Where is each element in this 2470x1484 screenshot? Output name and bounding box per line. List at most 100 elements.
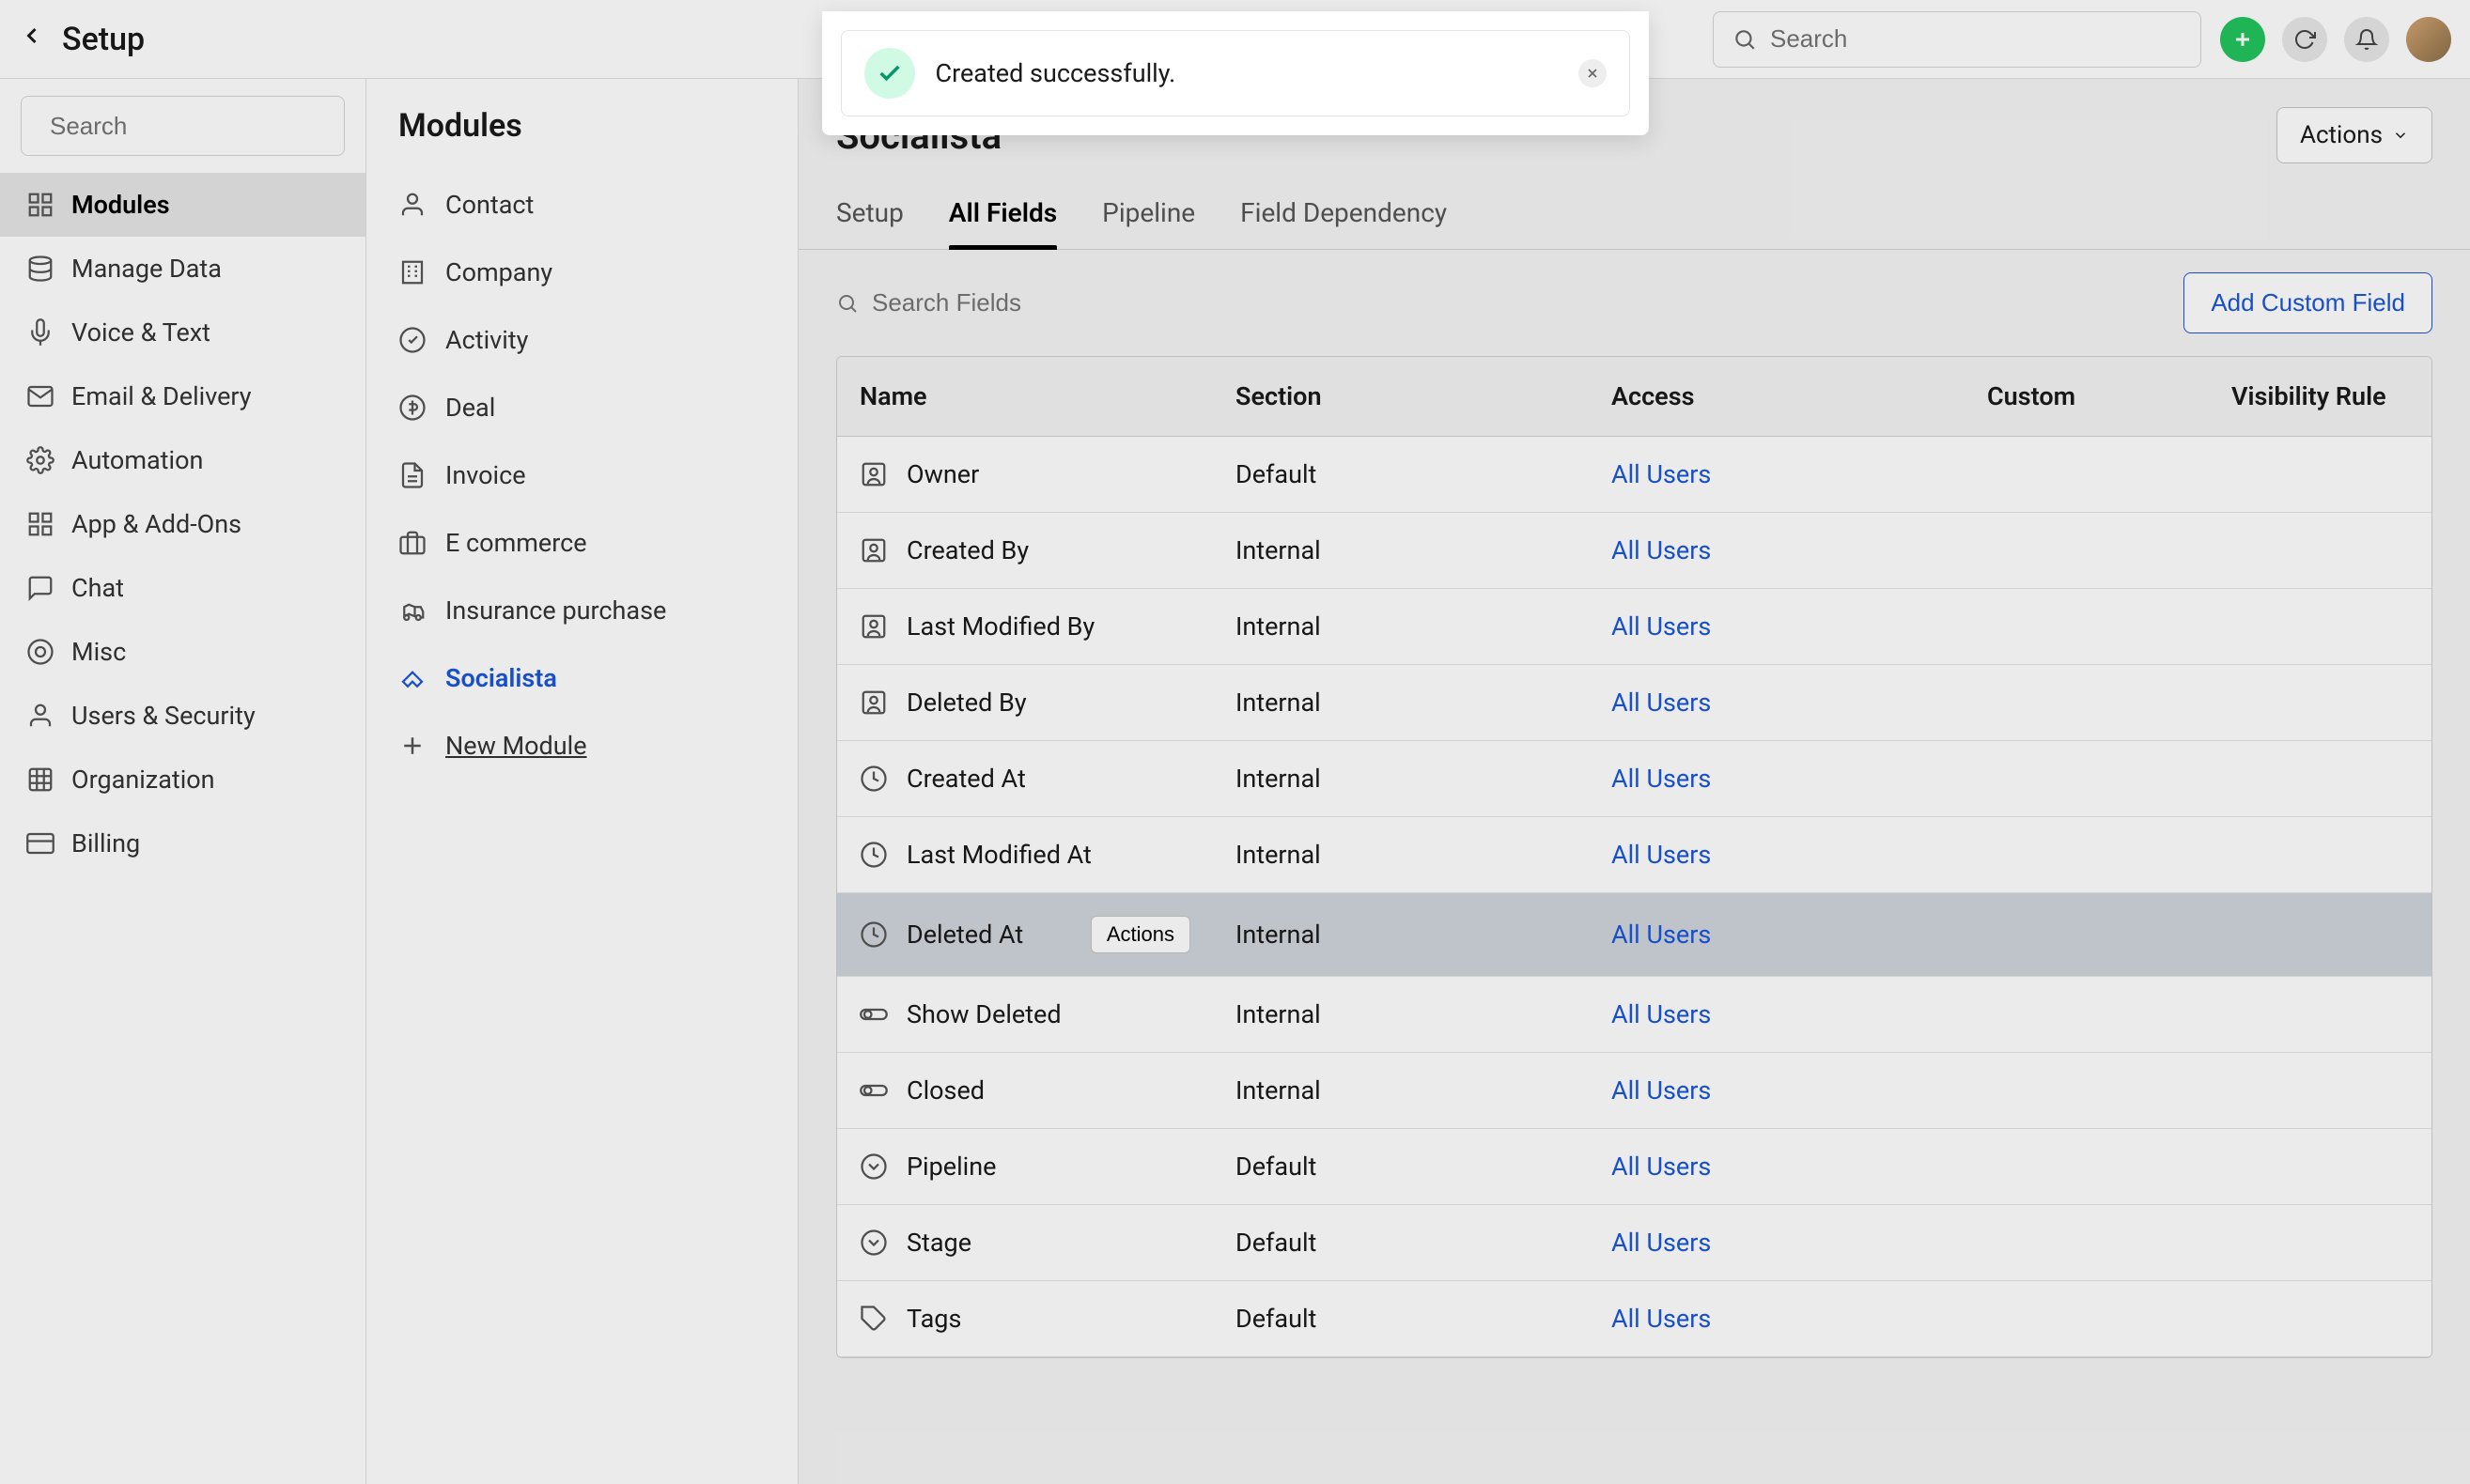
modules-icon [26, 191, 54, 219]
field-access-link[interactable]: All Users [1611, 1304, 1711, 1334]
search-icon [1732, 27, 1757, 52]
column-header-name: Name [837, 357, 1213, 437]
module-item-company[interactable]: Company [366, 239, 798, 306]
global-search-input[interactable] [1770, 24, 2182, 54]
sidebar-item-automation[interactable]: Automation [0, 428, 365, 492]
sidebar-item-modules[interactable]: Modules [0, 173, 365, 237]
table-row[interactable]: Last Modified By Internal All Users [837, 589, 2431, 665]
field-search-input[interactable] [872, 288, 1154, 317]
person-box-icon [860, 688, 888, 717]
table-row[interactable]: Tags Default All Users [837, 1281, 2431, 1357]
sidebar-item-label: Email & Delivery [71, 381, 252, 411]
sidebar-item-billing[interactable]: Billing [0, 812, 365, 875]
sidebar-search-input[interactable] [50, 112, 365, 141]
add-button[interactable] [2220, 17, 2265, 62]
field-access-link[interactable]: All Users [1611, 1075, 1711, 1105]
apps-icon [26, 510, 54, 538]
field-section: Internal [1213, 741, 1589, 817]
table-row[interactable]: Closed Internal All Users [837, 1053, 2431, 1129]
module-list-title: Modules [366, 79, 798, 171]
org-icon [26, 765, 54, 794]
table-row[interactable]: Created By Internal All Users [837, 513, 2431, 589]
field-access-link[interactable]: All Users [1611, 764, 1711, 794]
sidebar-item-org[interactable]: Organization [0, 748, 365, 812]
sidebar-search[interactable] [21, 96, 345, 156]
chevron-left-icon [19, 23, 45, 49]
field-custom [1965, 741, 2209, 817]
back-button[interactable] [19, 23, 45, 55]
module-item-label: Insurance purchase [445, 595, 666, 626]
tab-field-dependency[interactable]: Field Dependency [1240, 197, 1447, 249]
sidebar-item-manage-data[interactable]: Manage Data [0, 237, 365, 301]
field-search[interactable] [836, 288, 1154, 317]
tab-all-fields[interactable]: All Fields [949, 197, 1057, 249]
module-item-deal[interactable]: Deal [366, 374, 798, 441]
tab-setup[interactable]: Setup [836, 197, 904, 249]
add-custom-field-button[interactable]: Add Custom Field [2183, 272, 2432, 333]
socialista-icon [398, 664, 427, 692]
insurance-icon [398, 596, 427, 625]
toast-close-button[interactable] [1578, 59, 1607, 87]
deal-icon [398, 394, 427, 422]
clock-icon [860, 841, 888, 869]
module-item-socialista[interactable]: Socialista [366, 644, 798, 712]
table-row[interactable]: Pipeline Default All Users [837, 1129, 2431, 1205]
sidebar-item-label: App & Add-Ons [71, 509, 241, 539]
table-row[interactable]: Owner Default All Users [837, 437, 2431, 513]
user-avatar[interactable] [2406, 17, 2451, 62]
field-visibility [2209, 1281, 2431, 1357]
sidebar-item-users[interactable]: Users & Security [0, 684, 365, 748]
module-item-contact[interactable]: Contact [366, 171, 798, 239]
field-access-link[interactable]: All Users [1611, 688, 1711, 718]
field-access-link[interactable]: All Users [1611, 611, 1711, 642]
global-search[interactable] [1713, 11, 2201, 68]
dropdown-icon [860, 1152, 888, 1181]
sidebar-item-apps[interactable]: App & Add-Ons [0, 492, 365, 556]
field-custom [1965, 977, 2209, 1053]
module-item-activity[interactable]: Activity [366, 306, 798, 374]
table-row[interactable]: Deleted By Internal All Users [837, 665, 2431, 741]
table-row[interactable]: Show Deleted Internal All Users [837, 977, 2431, 1053]
sidebar-item-label: Manage Data [71, 254, 222, 284]
field-access-link[interactable]: All Users [1611, 999, 1711, 1029]
module-item-label: Deal [445, 393, 495, 423]
sidebar-item-misc[interactable]: Misc [0, 620, 365, 684]
field-access-link[interactable]: All Users [1611, 535, 1711, 565]
notifications-button[interactable] [2344, 17, 2389, 62]
sidebar-item-label: Automation [71, 445, 203, 475]
new-module-button[interactable]: New Module [366, 712, 798, 780]
field-access-link[interactable]: All Users [1611, 1228, 1711, 1258]
company-icon [398, 258, 427, 286]
tab-pipeline[interactable]: Pipeline [1102, 197, 1195, 249]
module-item-ecommerce[interactable]: E commerce [366, 509, 798, 577]
fields-table: NameSectionAccessCustomVisibility Rule O… [836, 356, 2432, 1358]
field-name: Closed [907, 1075, 985, 1105]
field-visibility [2209, 741, 2431, 817]
module-item-invoice[interactable]: Invoice [366, 441, 798, 509]
refresh-button[interactable] [2282, 17, 2327, 62]
field-access-link[interactable]: All Users [1611, 920, 1711, 950]
ecommerce-icon [398, 529, 427, 557]
table-row[interactable]: Created At Internal All Users [837, 741, 2431, 817]
field-section: Internal [1213, 893, 1589, 977]
field-access-link[interactable]: All Users [1611, 1152, 1711, 1182]
sidebar-item-voice-text[interactable]: Voice & Text [0, 301, 365, 364]
toast-message: Created successfully. [936, 58, 1558, 88]
actions-dropdown[interactable]: Actions [2276, 107, 2432, 163]
sidebar-item-chat[interactable]: Chat [0, 556, 365, 620]
column-header-visibility-rule: Visibility Rule [2209, 357, 2431, 437]
sidebar-item-email[interactable]: Email & Delivery [0, 364, 365, 428]
field-name: Owner [907, 459, 979, 489]
field-access-link[interactable]: All Users [1611, 459, 1711, 489]
sidebar-item-label: Billing [71, 828, 140, 858]
table-row[interactable]: Deleted AtActions Internal All Users [837, 893, 2431, 977]
table-row[interactable]: Stage Default All Users [837, 1205, 2431, 1281]
sidebar-item-label: Chat [71, 573, 124, 603]
row-actions-button[interactable]: Actions [1091, 916, 1190, 953]
module-item-insurance[interactable]: Insurance purchase [366, 577, 798, 644]
field-name: Stage [907, 1228, 971, 1258]
field-visibility [2209, 817, 2431, 893]
field-section: Internal [1213, 1053, 1589, 1129]
table-row[interactable]: Last Modified At Internal All Users [837, 817, 2431, 893]
field-access-link[interactable]: All Users [1611, 840, 1711, 870]
